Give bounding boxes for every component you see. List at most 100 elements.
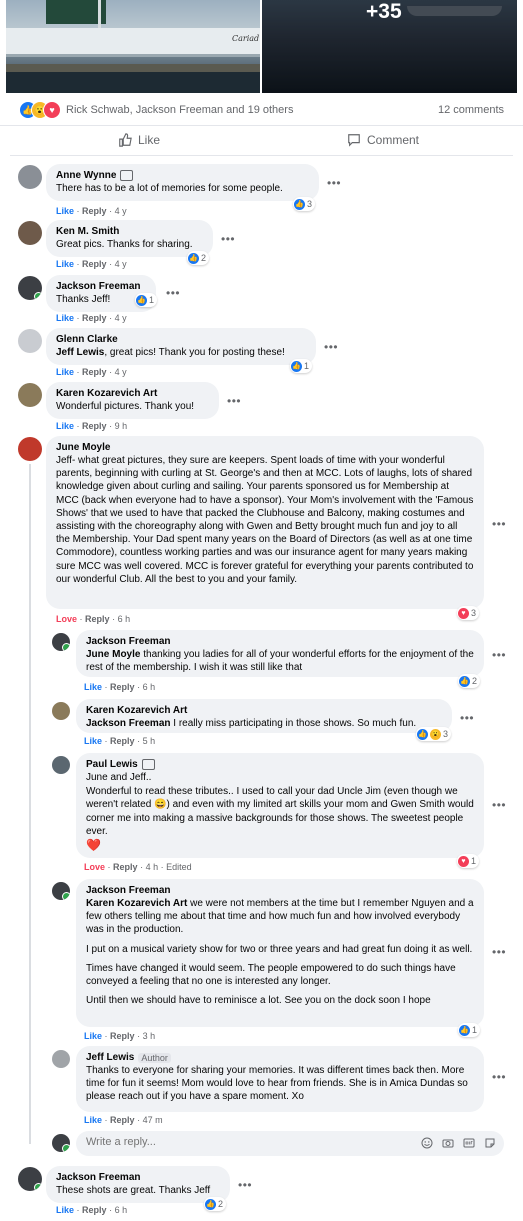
avatar[interactable] [18,383,42,407]
gif-icon[interactable] [463,1136,475,1148]
reply-link[interactable]: Reply [82,421,107,431]
reaction-count-badge[interactable]: 👍 2 [204,1197,227,1211]
reply-link[interactable]: Reply [82,367,107,377]
like-link[interactable]: Like [56,206,74,216]
reply-link[interactable]: Reply [110,736,135,746]
more-options-icon[interactable]: ••• [492,648,506,662]
comment-time[interactable]: 4 y [115,259,127,269]
more-options-icon[interactable]: ••• [492,798,506,812]
more-options-icon[interactable]: ••• [460,711,474,725]
like-button[interactable]: Like [118,133,160,147]
more-options-icon[interactable]: ••• [221,232,235,246]
comment-time[interactable]: 4 y [115,313,127,323]
comment-author[interactable]: Paul Lewis [86,759,138,770]
comment-author[interactable]: Jackson Freeman [86,885,171,896]
reply-link[interactable]: Reply [82,313,107,323]
reply-link[interactable]: Reply [82,259,107,269]
reaction-count: 1 [304,361,310,371]
avatar[interactable] [18,1167,42,1191]
comment-time[interactable]: 6 h [143,682,156,692]
comment-author[interactable]: Jeff Lewis [86,1052,134,1063]
reply-link[interactable]: Reply [82,206,107,216]
reaction-names[interactable]: Rick Schwab, Jackson Freeman and 19 othe… [66,104,293,116]
comment-time[interactable]: 47 m [143,1115,163,1125]
more-options-icon[interactable]: ••• [324,340,338,354]
photo-more[interactable]: +35 [262,0,517,93]
reply-link[interactable]: Reply [85,614,110,624]
mention-tag[interactable]: Jackson Freeman [86,718,171,729]
like-link[interactable]: Like [56,313,74,323]
avatar[interactable] [52,1050,70,1068]
sticker-icon[interactable] [484,1136,496,1148]
reaction-count-badge[interactable]: ♥ 3 [457,606,480,620]
love-link[interactable]: Love [84,862,105,872]
comment-time[interactable]: 4 y [115,206,127,216]
avatar[interactable] [52,882,70,900]
reaction-count-badge[interactable]: ♥ 1 [457,854,480,868]
avatar[interactable] [52,756,70,774]
photo-sailboat[interactable]: Cariad [6,0,260,93]
reaction-count-badge[interactable]: 👍 😮 3 [416,727,452,741]
comment-time[interactable]: 4 y [115,367,127,377]
avatar[interactable] [18,221,42,245]
love-link[interactable]: Love [56,614,77,624]
comment-time[interactable]: 6 h [118,614,131,624]
reaction-count-badge[interactable]: 👍 1 [290,359,313,373]
edited-label[interactable]: Edited [166,862,192,872]
comment-author[interactable]: Jackson Freeman [56,1172,141,1183]
comment-author[interactable]: Jackson Freeman [56,281,141,292]
reply-input[interactable] [84,1135,408,1149]
like-link[interactable]: Like [56,259,74,269]
avatar[interactable] [18,276,42,300]
avatar[interactable] [52,633,70,651]
comment-author[interactable]: Ken M. Smith [56,226,119,237]
mention-tag[interactable]: Karen Kozarevich Art [86,898,187,909]
like-link[interactable]: Like [84,682,102,692]
reaction-count-badge[interactable]: 👍 1 [458,1023,481,1037]
reply-link[interactable]: Reply [110,682,135,692]
comment-author[interactable]: Jackson Freeman [86,636,171,647]
comment-button[interactable]: Comment [347,133,419,147]
more-options-icon[interactable]: ••• [492,1070,506,1084]
emoji-icon[interactable] [421,1136,433,1149]
like-link[interactable]: Like [84,736,102,746]
comment-author[interactable]: Glenn Clarke [56,334,118,345]
more-options-icon[interactable]: ••• [238,1178,252,1192]
comment-time[interactable]: 3 h [143,1031,156,1041]
mention-tag[interactable]: June Moyle [86,649,140,660]
more-options-icon[interactable]: ••• [227,394,241,408]
comment-time[interactable]: 4 h [146,862,159,872]
reaction-count-badge[interactable]: 👍 2 [458,674,481,688]
avatar[interactable] [18,329,42,353]
reply-link[interactable]: Reply [113,862,138,872]
like-link[interactable]: Like [56,421,74,431]
more-options-icon[interactable]: ••• [166,286,180,300]
avatar[interactable] [52,702,70,720]
more-options-icon[interactable]: ••• [492,945,506,959]
comment-time[interactable]: 6 h [115,1205,128,1215]
like-link[interactable]: Like [56,1205,74,1215]
reply-link[interactable]: Reply [110,1031,135,1041]
more-options-icon[interactable]: ••• [327,176,341,190]
like-link[interactable]: Like [56,367,74,377]
avatar[interactable] [18,437,42,461]
comment-author[interactable]: Karen Kozarevich Art [56,388,157,399]
reaction-count: 2 [472,676,478,686]
camera-icon[interactable] [442,1136,454,1148]
comment-author[interactable]: Anne Wynne [56,170,116,181]
reaction-count-badge[interactable]: 👍 2 [187,251,210,265]
like-link[interactable]: Like [84,1031,102,1041]
reaction-count-badge[interactable]: 👍 3 [293,197,316,211]
more-options-icon[interactable]: ••• [492,517,506,531]
avatar[interactable] [18,165,42,189]
mention-tag[interactable]: Jeff Lewis [56,347,104,358]
comment-author[interactable]: Karen Kozarevich Art [86,705,187,716]
comment-author[interactable]: June Moyle [56,442,110,453]
reply-link[interactable]: Reply [110,1115,135,1125]
like-link[interactable]: Like [84,1115,102,1125]
comment-count-link[interactable]: 12 comments [438,104,504,116]
comment-time[interactable]: 9 h [115,421,128,431]
reply-link[interactable]: Reply [82,1205,107,1215]
reaction-count-badge[interactable]: 👍 1 [135,293,158,307]
comment-time[interactable]: 5 h [143,736,156,746]
